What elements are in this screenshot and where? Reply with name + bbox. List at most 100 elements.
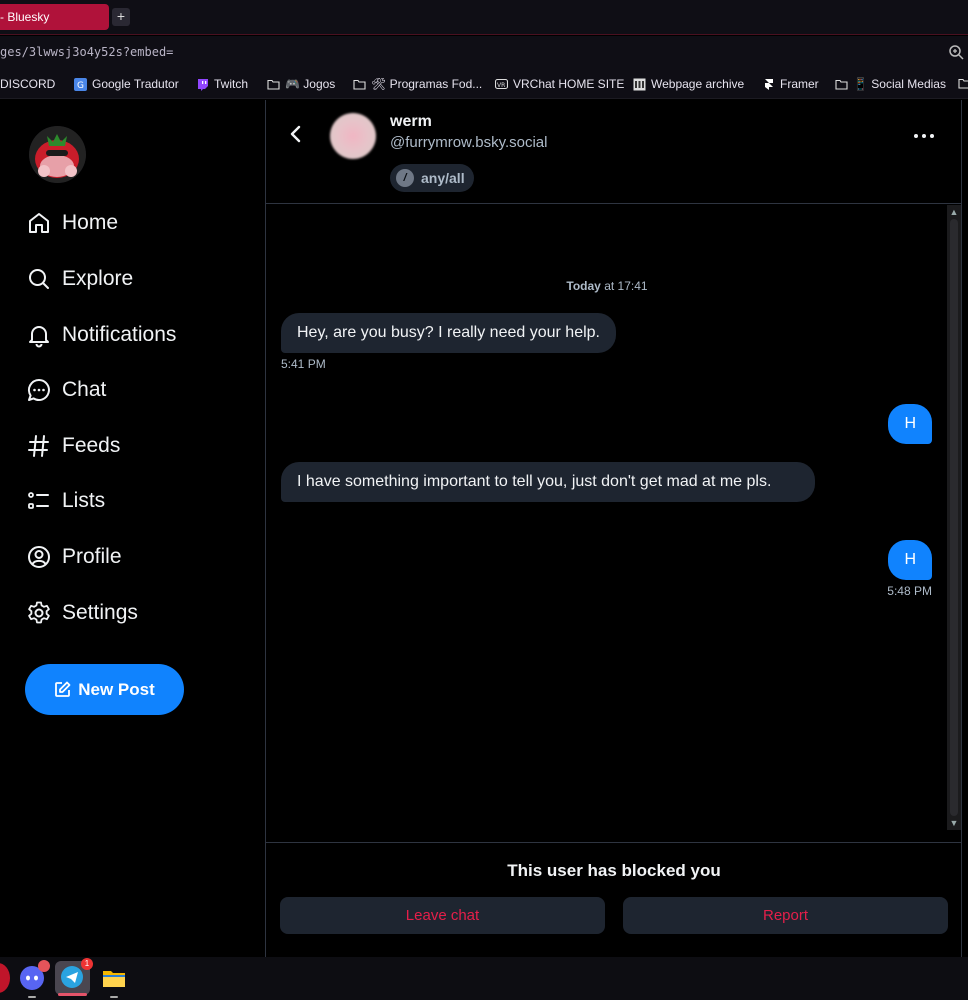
- bookmark-programas[interactable]: 🛠 Programas Fod...: [353, 77, 482, 91]
- nav-label: Chat: [62, 378, 107, 401]
- nav-label: Feeds: [62, 434, 121, 457]
- day-separator-time: at 17:41: [600, 279, 648, 293]
- message-bubble-outgoing[interactable]: H: [888, 540, 932, 580]
- message-list: Today at 17:41 Hey, are you busy? I real…: [266, 205, 948, 842]
- chat-panel: werm @furrymrow.bsky.social / any/all To…: [265, 100, 962, 957]
- taskbar: 1: [0, 957, 968, 1000]
- message-time: 5:48 PM: [887, 584, 932, 598]
- bookmark-label: 📱 Social Medias: [853, 77, 946, 91]
- label-chip[interactable]: / any/all: [390, 164, 474, 192]
- message-bubble-incoming[interactable]: Hey, are you busy? I really need your he…: [281, 313, 616, 353]
- bookmark-label: Google Tradutor: [92, 77, 179, 91]
- blocked-footer: This user has blocked you Leave chat Rep…: [266, 842, 962, 957]
- nav-label: Settings: [62, 601, 138, 624]
- folder-icon: [267, 79, 280, 90]
- message-bubble-outgoing[interactable]: H: [888, 404, 932, 444]
- day-separator-day: Today: [566, 279, 601, 293]
- url-text[interactable]: ges/3lwwsj3o4y52s?embed=: [0, 45, 173, 59]
- bookmark-webpage-archive[interactable]: Webpage archive: [633, 77, 744, 91]
- label-chip-text: any/all: [421, 170, 465, 186]
- bookmark-overflow[interactable]: [958, 77, 968, 90]
- bookmark-label: 🛠 Programas Fod...: [371, 77, 483, 91]
- leave-chat-button[interactable]: Leave chat: [280, 897, 605, 934]
- nav-label: Home: [62, 211, 119, 234]
- bookmark-twitch[interactable]: Twitch: [196, 77, 248, 91]
- peer-handle[interactable]: @furrymrow.bsky.social: [390, 134, 547, 151]
- bookmark-framer[interactable]: Framer: [762, 77, 819, 91]
- report-button[interactable]: Report: [623, 897, 948, 934]
- bookmark-label: Framer: [780, 77, 819, 91]
- avatar-image: [29, 126, 86, 183]
- blocked-notice: This user has blocked you: [507, 861, 721, 880]
- bookmark-discord[interactable]: DISCORD: [0, 77, 55, 91]
- browser-tab-active[interactable]: - Bluesky: [0, 4, 109, 30]
- nav-notifications[interactable]: Notifications: [26, 318, 176, 352]
- bookmark-vrchat[interactable]: VR VRChat HOME SITE: [495, 77, 624, 91]
- message-time: 5:41 PM: [281, 357, 326, 371]
- nav-profile[interactable]: Profile: [26, 540, 122, 574]
- new-tab-button[interactable]: +: [112, 8, 130, 26]
- twitch-icon: [198, 78, 208, 91]
- scroll-down-arrow-icon[interactable]: ▼: [949, 818, 959, 828]
- gear-icon: [28, 601, 50, 624]
- framer-icon: [765, 78, 773, 90]
- bell-icon: [29, 326, 49, 348]
- folder-icon: [353, 79, 366, 90]
- back-arrow-icon[interactable]: [284, 122, 308, 146]
- translate-icon: G: [74, 77, 87, 91]
- profile-icon: [28, 546, 50, 568]
- bookmark-label: Twitch: [214, 77, 249, 91]
- chat-icon: [28, 378, 50, 401]
- new-post-label: New Post: [78, 679, 155, 699]
- more-options-icon[interactable]: [912, 124, 936, 148]
- discord-app-icon[interactable]: [17, 960, 50, 998]
- running-indicator: [110, 996, 118, 998]
- active-indicator: [58, 993, 87, 996]
- address-bar[interactable]: ges/3lwwsj3o4y52s?embed=: [0, 36, 968, 70]
- nav-settings[interactable]: Settings: [26, 596, 138, 630]
- label-icon: /: [396, 169, 414, 187]
- message-bubble-incoming[interactable]: I have something important to tell you, …: [281, 462, 815, 502]
- peer-avatar[interactable]: [330, 113, 376, 159]
- nav-label: Notifications: [62, 323, 177, 346]
- telegram-app-icon[interactable]: 1: [55, 958, 93, 996]
- nav-explore[interactable]: Explore: [26, 262, 133, 296]
- svg-text:VR: VR: [497, 82, 505, 89]
- folder-icon: [958, 78, 968, 89]
- nav-label: Lists: [62, 489, 106, 512]
- search-icon: [29, 269, 49, 289]
- bookmark-jogos[interactable]: 🎮 Jogos: [267, 77, 335, 91]
- bookmark-label: Webpage archive: [651, 77, 745, 91]
- folder-icon: [103, 971, 125, 987]
- file-explorer-icon[interactable]: [99, 963, 129, 998]
- browser-tab-bar: - Bluesky +: [0, 0, 968, 35]
- bookmark-label: 🎮 Jogos: [285, 77, 336, 91]
- zoom-icon[interactable]: [948, 44, 964, 60]
- opera-app-icon[interactable]: [0, 963, 10, 993]
- nav-lists[interactable]: Lists: [26, 484, 105, 518]
- bookmark-label: DISCORD: [0, 77, 56, 91]
- peer-name[interactable]: werm: [390, 113, 432, 131]
- nav-home[interactable]: Home: [26, 206, 118, 240]
- bookmark-google-tradutor[interactable]: G Google Tradutor: [74, 77, 179, 91]
- my-avatar[interactable]: [29, 126, 86, 183]
- running-indicator: [28, 996, 36, 998]
- hash-icon: [28, 435, 49, 457]
- nav-chat[interactable]: Chat: [26, 373, 106, 407]
- archive-icon: [633, 78, 646, 90]
- home-icon: [29, 213, 49, 233]
- scrollbar-thumb[interactable]: [950, 219, 958, 816]
- svg-text:G: G: [77, 81, 84, 91]
- edit-icon: [55, 681, 71, 697]
- nav-label: Explore: [62, 267, 134, 290]
- message-scrollbar[interactable]: ▲ ▼: [947, 205, 961, 830]
- bookmark-social-medias[interactable]: 📱 Social Medias: [835, 77, 946, 91]
- folder-icon: [835, 79, 848, 90]
- nav-label: Profile: [62, 545, 122, 568]
- unread-badge: 1: [81, 958, 93, 970]
- vrchat-icon: VR: [495, 78, 508, 89]
- list-icon: [28, 492, 49, 509]
- nav-feeds[interactable]: Feeds: [26, 429, 120, 463]
- scroll-up-arrow-icon[interactable]: ▲: [949, 207, 959, 217]
- new-post-button[interactable]: New Post: [25, 664, 184, 715]
